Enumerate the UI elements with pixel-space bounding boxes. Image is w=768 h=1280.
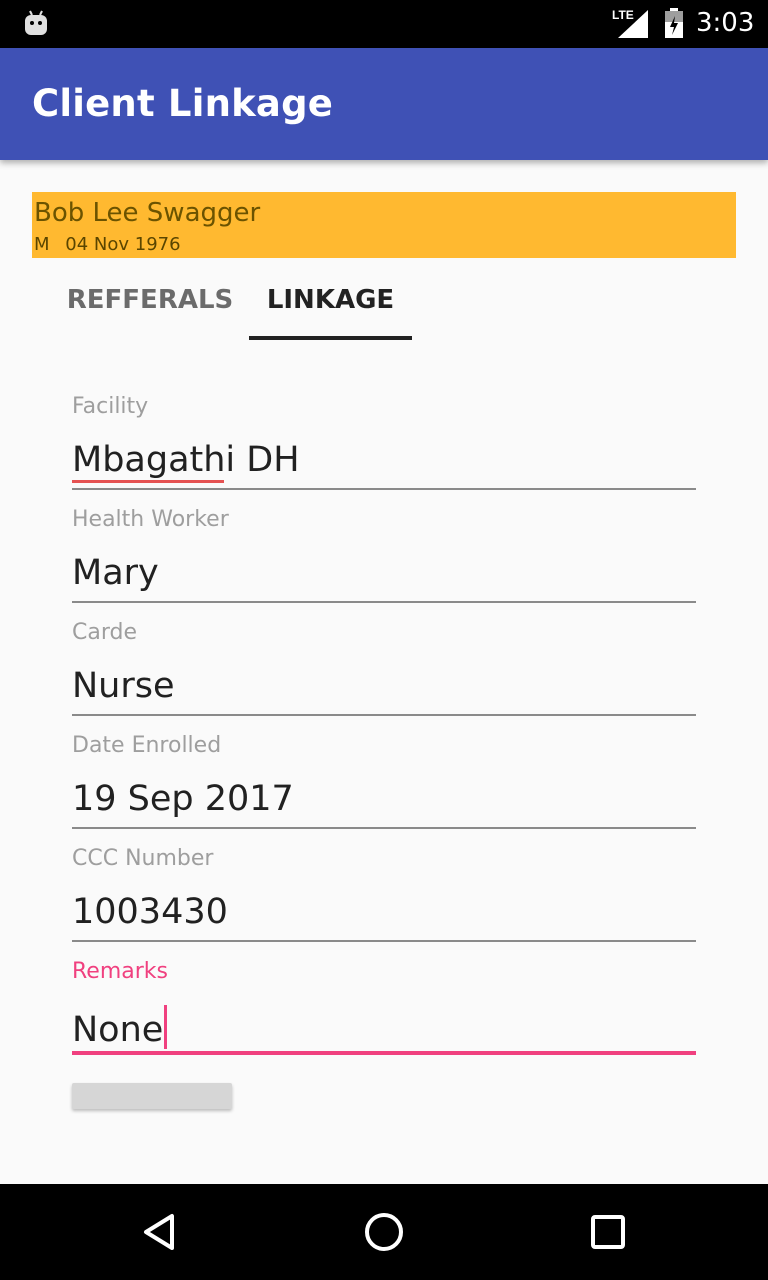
field-underline [72,488,696,490]
app-bar: Client Linkage [0,48,768,160]
health-worker-input[interactable]: Mary [72,553,159,593]
spellcheck-underline [72,480,224,483]
battery-icon [665,8,683,38]
signal-icon [618,10,648,38]
carde-label: Carde [72,620,138,645]
date-enrolled-field[interactable]: Date Enrolled 19 Sep 2017 [72,719,696,832]
client-banner: Bob Lee Swagger M 04 Nov 1976 [32,192,736,258]
ccc-number-field[interactable]: CCC Number 1003430 [72,832,696,945]
back-icon[interactable] [136,1208,184,1256]
android-icon [25,10,47,35]
remarks-input[interactable]: None [72,1005,168,1050]
status-bar: LTE 3:03 [0,0,768,48]
remarks-field[interactable]: Remarks None [72,945,696,1058]
tab-label: LINKAGE [266,285,395,315]
remarks-label: Remarks [72,959,168,984]
health-worker-field[interactable]: Health Worker Mary [72,493,696,606]
health-worker-label: Health Worker [72,507,229,532]
submit-button[interactable] [72,1083,232,1109]
text-cursor [164,1005,168,1049]
field-underline [72,714,696,716]
home-icon[interactable] [360,1208,408,1256]
status-clock: 3:03 [696,8,755,38]
field-underline [72,601,696,603]
facility-field[interactable]: Facility Mbagathi DH [72,380,696,493]
field-underline [72,940,696,942]
tab-refferals[interactable]: REFFERALS [52,260,248,340]
tab-indicator [249,336,412,340]
recents-icon[interactable] [584,1208,632,1256]
date-enrolled-label: Date Enrolled [72,733,222,758]
client-name: Bob Lee Swagger [34,198,261,228]
carde-field[interactable]: Carde Nurse [72,606,696,719]
navigation-bar [0,1184,768,1280]
client-dob: 04 Nov 1976 [65,234,181,255]
ccc-number-input[interactable]: 1003430 [72,892,228,932]
facility-input[interactable]: Mbagathi DH [72,440,300,480]
field-underline [72,827,696,829]
facility-label: Facility [72,394,149,419]
date-enrolled-input[interactable]: 19 Sep 2017 [72,779,294,819]
ccc-number-label: CCC Number [72,846,214,871]
page-title: Client Linkage [32,82,334,125]
client-meta: M 04 Nov 1976 [34,234,181,255]
remarks-value: None [72,1010,164,1050]
field-underline [72,1051,696,1055]
client-sex: M [34,234,50,255]
tab-label: REFFERALS [66,285,234,315]
tab-linkage[interactable]: LINKAGE [249,260,412,340]
carde-input[interactable]: Nurse [72,666,175,706]
